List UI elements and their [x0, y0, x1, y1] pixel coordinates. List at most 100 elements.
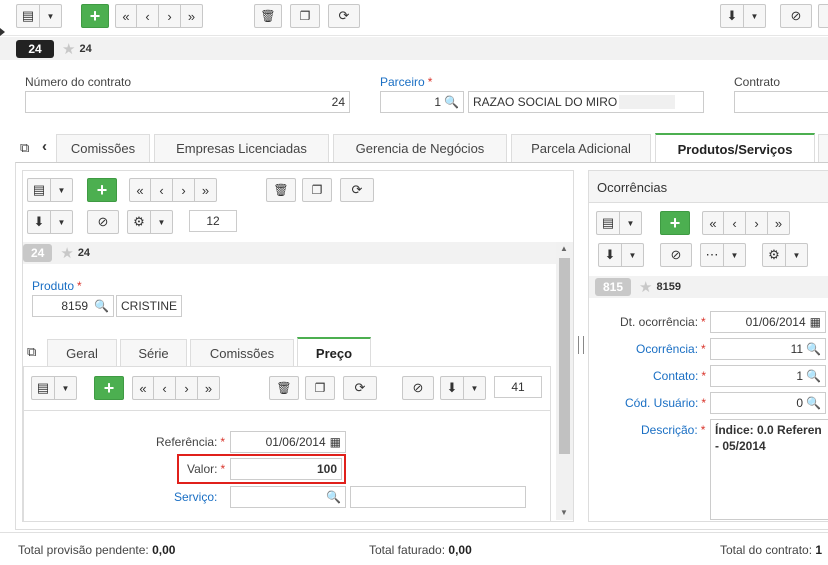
export-icon[interactable]: ⬇: [440, 376, 464, 400]
previous-record-icon[interactable]: ‹: [154, 376, 176, 400]
refresh-icon[interactable]: ⟳: [340, 178, 374, 202]
panel-resize-handle[interactable]: [578, 336, 584, 354]
refresh-icon[interactable]: ⟳: [343, 376, 377, 400]
attachment-icon[interactable]: ⊘: [87, 210, 119, 234]
trash-icon[interactable]: 🗑: [254, 4, 282, 28]
calendar-icon[interactable]: ▦: [330, 435, 341, 449]
first-record-icon[interactable]: «: [132, 376, 154, 400]
grid-view-icon[interactable]: ▤: [27, 178, 51, 202]
contract-input[interactable]: [734, 91, 828, 113]
tab-produtos-servicos[interactable]: Produtos/Serviços: [655, 133, 815, 163]
star-icon[interactable]: ★: [60, 244, 73, 262]
tab-parcela-adicional[interactable]: Parcela Adicional: [511, 134, 651, 162]
product-code-input[interactable]: 8159 🔍: [32, 295, 114, 317]
chevron-down-icon[interactable]: ▼: [464, 376, 486, 400]
add-button[interactable]: +: [94, 376, 124, 400]
tab-comissoes[interactable]: Comissões: [56, 134, 150, 162]
trash-icon[interactable]: 🗑: [269, 376, 299, 400]
gear-icon[interactable]: ⚙: [762, 243, 786, 267]
chevron-down-icon[interactable]: ▼: [51, 210, 73, 234]
chevron-down-icon[interactable]: ▼: [744, 4, 766, 28]
first-record-icon[interactable]: «: [115, 4, 137, 28]
calendar-icon[interactable]: ▦: [810, 315, 821, 329]
chevron-down-icon[interactable]: ▼: [51, 178, 73, 202]
partner-code-input[interactable]: 1 🔍: [380, 91, 464, 113]
export-icon[interactable]: ⬇: [598, 243, 622, 267]
next-record-icon[interactable]: ›: [173, 178, 195, 202]
contact-input[interactable]: 1 🔍: [710, 365, 826, 387]
grid-view-icon[interactable]: ▤: [16, 4, 40, 28]
scroll-down-icon[interactable]: ▼: [560, 508, 568, 517]
add-button[interactable]: +: [87, 178, 117, 202]
next-record-icon[interactable]: ›: [159, 4, 181, 28]
contract-number-input[interactable]: 24: [25, 91, 350, 113]
vertical-scrollbar[interactable]: ▲ ▼: [556, 242, 573, 520]
tabs-collapse-icon[interactable]: ⧉: [20, 140, 29, 156]
grid-view-icon[interactable]: ▤: [596, 211, 620, 235]
copy-icon[interactable]: ❐: [305, 376, 335, 400]
chevron-down-icon[interactable]: ▼: [151, 210, 173, 234]
chevron-down-icon[interactable]: ▼: [55, 376, 77, 400]
tab-gerencia-de-negocios[interactable]: Gerencia de Negócios: [333, 134, 507, 162]
more-button[interactable]: [818, 4, 828, 28]
tab-next[interactable]: [818, 134, 828, 162]
search-icon[interactable]: 🔍: [806, 342, 821, 356]
attachment-icon[interactable]: ⊘: [402, 376, 434, 400]
chevron-down-icon[interactable]: ▼: [724, 243, 746, 267]
grid-view-icon[interactable]: ▤: [31, 376, 55, 400]
tab-comissoes[interactable]: Comissões: [190, 339, 294, 367]
previous-record-icon[interactable]: ‹: [137, 4, 159, 28]
previous-record-icon[interactable]: ‹: [151, 178, 173, 202]
next-record-icon[interactable]: ›: [746, 211, 768, 235]
first-record-icon[interactable]: «: [702, 211, 724, 235]
copy-icon[interactable]: ❐: [302, 178, 332, 202]
tab-empresas-licenciadas[interactable]: Empresas Licenciadas: [154, 134, 329, 162]
occurrence-code-input[interactable]: 11 🔍: [710, 338, 826, 360]
add-button[interactable]: +: [81, 4, 109, 28]
last-record-icon[interactable]: »: [195, 178, 217, 202]
copy-icon[interactable]: ❐: [290, 4, 320, 28]
record-counter: 24: [16, 39, 54, 58]
add-button[interactable]: +: [660, 211, 690, 235]
occurrence-date-input[interactable]: 01/06/2014 ▦: [710, 311, 826, 333]
tabs-scroll-left-icon[interactable]: ‹: [42, 138, 47, 155]
user-code-input[interactable]: 0 🔍: [710, 392, 826, 414]
search-icon[interactable]: 🔍: [806, 369, 821, 383]
chevron-down-icon[interactable]: ▼: [620, 211, 642, 235]
last-record-icon[interactable]: »: [198, 376, 220, 400]
export-icon[interactable]: ⬇: [720, 4, 744, 28]
refresh-icon[interactable]: ⟳: [328, 4, 360, 28]
more-options-icon[interactable]: ⋯: [700, 243, 724, 267]
chevron-down-icon[interactable]: ▼: [622, 243, 644, 267]
star-icon[interactable]: ★: [62, 40, 75, 58]
occurrences-title: Ocorrências: [597, 180, 668, 195]
value-input[interactable]: 100: [230, 458, 342, 480]
chevron-down-icon[interactable]: ▼: [40, 4, 62, 28]
first-record-icon[interactable]: «: [129, 178, 151, 202]
search-icon[interactable]: 🔍: [444, 95, 459, 109]
attachment-icon[interactable]: ⊘: [780, 4, 812, 28]
reference-date-input[interactable]: 01/06/2014 ▦: [230, 431, 346, 453]
tab-geral[interactable]: Geral: [47, 339, 117, 367]
trash-icon[interactable]: 🗑: [266, 178, 296, 202]
last-record-icon[interactable]: »: [768, 211, 790, 235]
export-icon[interactable]: ⬇: [27, 210, 51, 234]
next-record-icon[interactable]: ›: [176, 376, 198, 400]
description-textarea[interactable]: Índice: 0.0 Referen - 05/2014: [710, 419, 828, 520]
scroll-up-icon[interactable]: ▲: [560, 244, 568, 253]
search-icon[interactable]: 🔍: [806, 396, 821, 410]
attachment-icon[interactable]: ⊘: [660, 243, 692, 267]
last-record-icon[interactable]: »: [181, 4, 203, 28]
description-label: Descrição: *: [641, 423, 706, 437]
search-icon[interactable]: 🔍: [94, 299, 109, 313]
previous-record-icon[interactable]: ‹: [724, 211, 746, 235]
tab-preco[interactable]: Preço: [297, 337, 371, 367]
subtabs-collapse-icon[interactable]: ⧉: [27, 344, 36, 360]
search-icon[interactable]: 🔍: [326, 490, 341, 504]
tab-serie[interactable]: Série: [120, 339, 187, 367]
chevron-down-icon[interactable]: ▼: [786, 243, 808, 267]
scroll-thumb[interactable]: [559, 258, 570, 454]
gear-icon[interactable]: ⚙: [127, 210, 151, 234]
star-icon[interactable]: ★: [639, 278, 652, 296]
service-code-input[interactable]: 🔍: [230, 486, 346, 508]
